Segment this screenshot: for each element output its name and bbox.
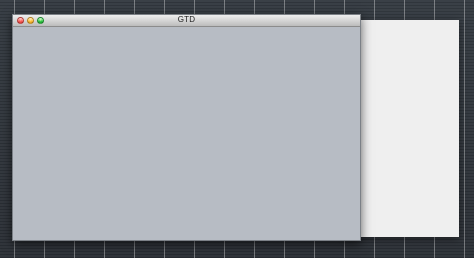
gtd-window: GTD [12, 14, 361, 241]
background-panel-window [346, 20, 459, 237]
window-content-area [13, 27, 360, 240]
window-title: GTD [177, 15, 196, 24]
window-titlebar[interactable]: GTD [13, 15, 360, 27]
